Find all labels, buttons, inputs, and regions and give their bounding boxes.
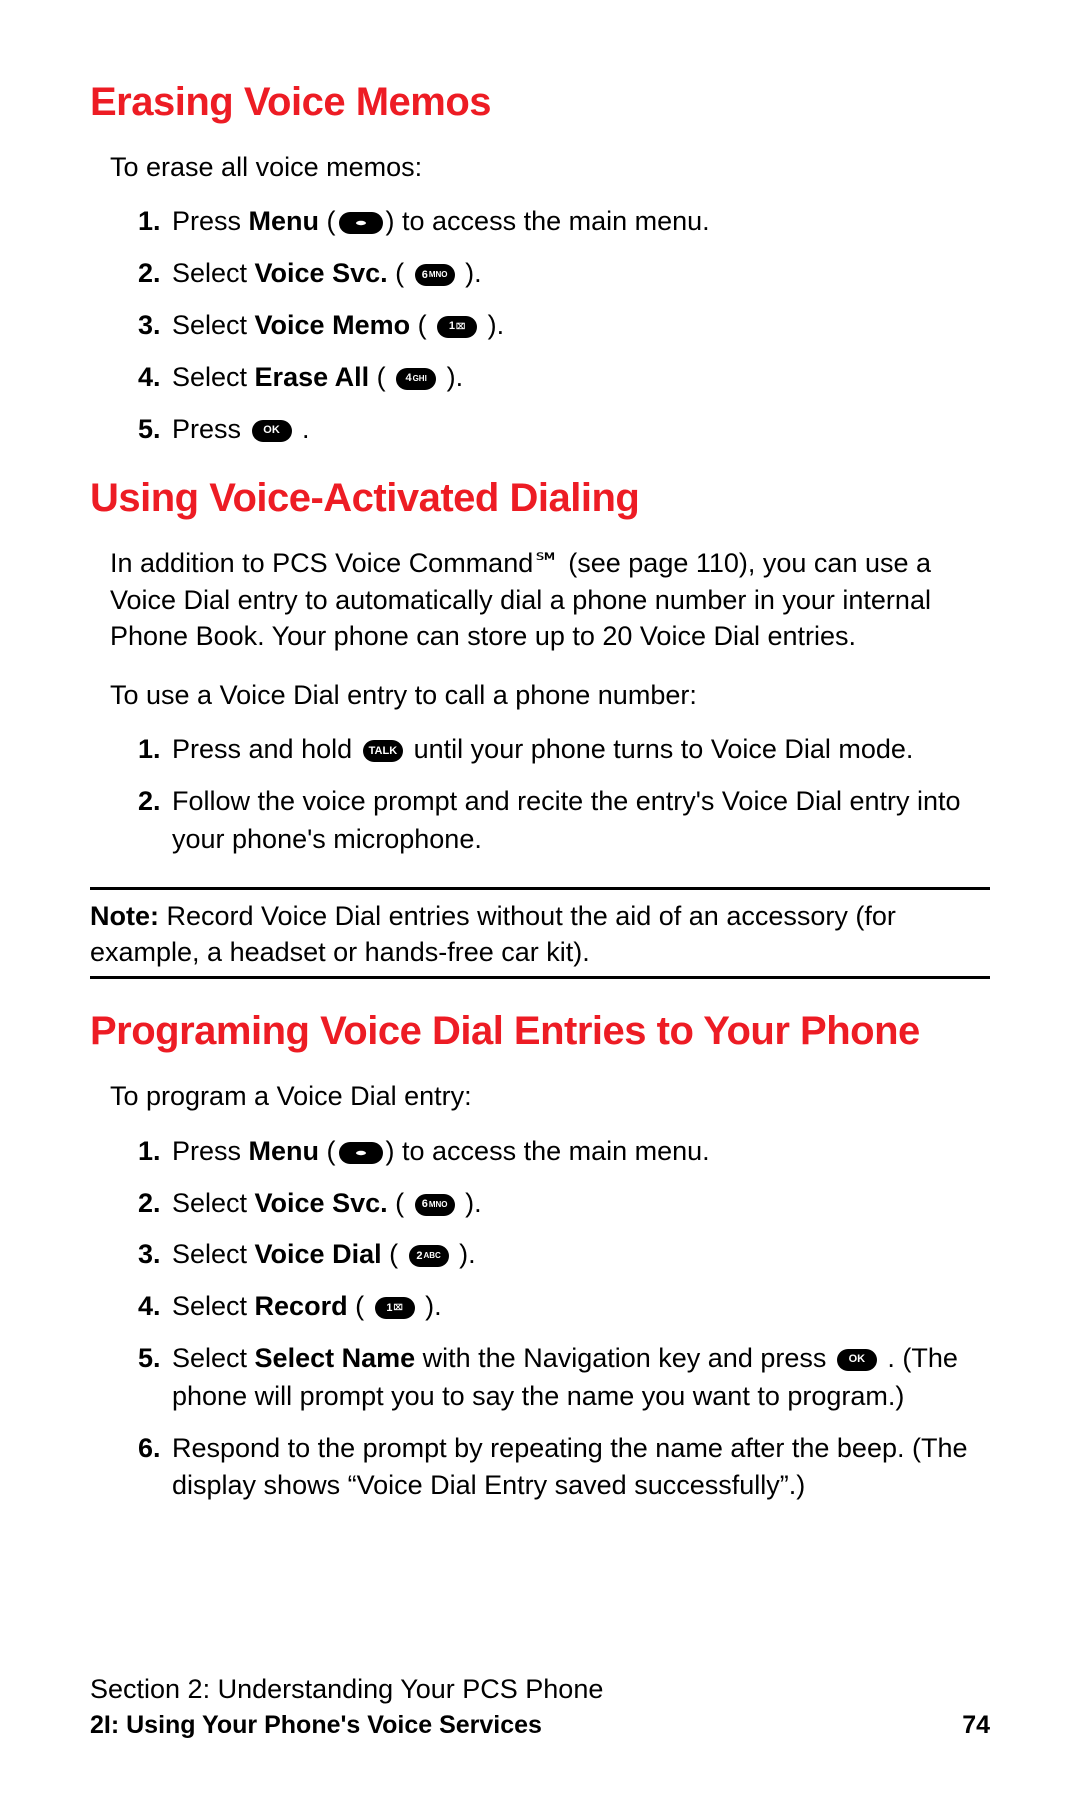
step-item: 1.Press Menu () to access the main menu. xyxy=(138,1133,990,1171)
step-text: Select Voice Svc. ( 6MNO ). xyxy=(172,255,990,293)
step-number: 2. xyxy=(138,255,172,293)
step-number: 4. xyxy=(138,1288,172,1326)
bold-term: Voice Svc. xyxy=(255,258,388,288)
4ghi-key-icon: 4GHI xyxy=(396,368,436,390)
divider-top xyxy=(90,887,990,890)
step-text: Select Voice Memo ( 1⌧ ). xyxy=(172,307,990,345)
ok-key-icon: OK xyxy=(837,1349,877,1371)
step-text: Respond to the prompt by repeating the n… xyxy=(172,1430,990,1506)
step-text: Select Erase All ( 4GHI ). xyxy=(172,359,990,397)
footer-section: Section 2: Understanding Your PCS Phone xyxy=(90,1674,990,1705)
step-item: 1.Press and hold TALK until your phone t… xyxy=(138,731,990,769)
bold-term: Voice Memo xyxy=(255,310,411,340)
step-number: 3. xyxy=(138,307,172,345)
bold-term: Erase All xyxy=(255,362,370,392)
footer-chapter: 2I: Using Your Phone's Voice Services xyxy=(90,1711,542,1740)
nav-key-icon xyxy=(339,212,383,234)
bold-term: Record xyxy=(255,1291,348,1321)
step-number: 1. xyxy=(138,203,172,241)
step-item: 2.Select Voice Svc. ( 6MNO ). xyxy=(138,1185,990,1223)
steps-program: 1.Press Menu () to access the main menu.… xyxy=(138,1133,990,1505)
step-number: 2. xyxy=(138,783,172,859)
step-item: 5.Press OK . xyxy=(138,411,990,449)
note-voice-dial: Note: Record Voice Dial entries without … xyxy=(90,898,990,971)
step-number: 3. xyxy=(138,1236,172,1274)
ok-key-icon: OK xyxy=(252,420,292,442)
1-key-icon: 1⌧ xyxy=(375,1297,415,1319)
1-key-icon: 1⌧ xyxy=(437,316,477,338)
steps-erase: 1.Press Menu () to access the main menu.… xyxy=(138,203,990,448)
step-item: 5.Select Select Name with the Navigation… xyxy=(138,1340,990,1416)
6mno-key-icon: 6MNO xyxy=(415,264,455,286)
step-number: 1. xyxy=(138,731,172,769)
2abc-key-icon: 2ABC xyxy=(409,1245,449,1267)
intro-program: To program a Voice Dial entry: xyxy=(110,1078,990,1114)
intro-erase: To erase all voice memos: xyxy=(110,149,990,185)
step-item: 3.Select Voice Memo ( 1⌧ ). xyxy=(138,307,990,345)
bold-term: Voice Svc. xyxy=(255,1188,388,1218)
step-text: Press and hold TALK until your phone tur… xyxy=(172,731,990,769)
page-number: 74 xyxy=(962,1711,990,1740)
heading-programing-voice-dial: Programing Voice Dial Entries to Your Ph… xyxy=(90,1009,990,1054)
step-number: 5. xyxy=(138,411,172,449)
step-text: Select Select Name with the Navigation k… xyxy=(172,1340,990,1416)
step-text: Select Voice Dial ( 2ABC ). xyxy=(172,1236,990,1274)
step-number: 1. xyxy=(138,1133,172,1171)
bold-term: Voice Dial xyxy=(255,1239,382,1269)
step-number: 5. xyxy=(138,1340,172,1416)
step-item: 1.Press Menu () to access the main menu. xyxy=(138,203,990,241)
bold-term: Select Name xyxy=(255,1343,416,1373)
nav-key-icon xyxy=(339,1142,383,1164)
step-number: 2. xyxy=(138,1185,172,1223)
step-item: 3.Select Voice Dial ( 2ABC ). xyxy=(138,1236,990,1274)
6mno-key-icon: 6MNO xyxy=(415,1194,455,1216)
body-voice-dial: In addition to PCS Voice Command℠ (see p… xyxy=(110,545,990,654)
step-text: Select Voice Svc. ( 6MNO ). xyxy=(172,1185,990,1223)
step-number: 4. xyxy=(138,359,172,397)
step-item: 4.Select Erase All ( 4GHI ). xyxy=(138,359,990,397)
bold-term: Menu xyxy=(249,206,320,236)
page-footer: Section 2: Understanding Your PCS Phone … xyxy=(90,1674,990,1740)
note-label: Note: xyxy=(90,901,159,931)
step-text: Select Record ( 1⌧ ). xyxy=(172,1288,990,1326)
note-text: Record Voice Dial entries without the ai… xyxy=(90,901,896,967)
step-text: Press OK . xyxy=(172,411,990,449)
intro-use-voice-dial: To use a Voice Dial entry to call a phon… xyxy=(110,677,990,713)
bold-term: Menu xyxy=(249,1136,320,1166)
steps-use-voice-dial: 1.Press and hold TALK until your phone t… xyxy=(138,731,990,858)
heading-voice-activated-dialing: Using Voice-Activated Dialing xyxy=(90,476,990,521)
step-item: 4.Select Record ( 1⌧ ). xyxy=(138,1288,990,1326)
step-number: 6. xyxy=(138,1430,172,1506)
step-item: 2.Select Voice Svc. ( 6MNO ). xyxy=(138,255,990,293)
step-item: 6.Respond to the prompt by repeating the… xyxy=(138,1430,990,1506)
step-text: Press Menu () to access the main menu. xyxy=(172,1133,990,1171)
divider-bottom xyxy=(90,976,990,979)
step-item: 2.Follow the voice prompt and recite the… xyxy=(138,783,990,859)
page-content: Erasing Voice Memos To erase all voice m… xyxy=(90,80,990,1505)
step-text: Press Menu () to access the main menu. xyxy=(172,203,990,241)
step-text: Follow the voice prompt and recite the e… xyxy=(172,783,990,859)
heading-erasing-voice-memos: Erasing Voice Memos xyxy=(90,80,990,125)
talk-key-icon: TALK xyxy=(363,740,404,762)
